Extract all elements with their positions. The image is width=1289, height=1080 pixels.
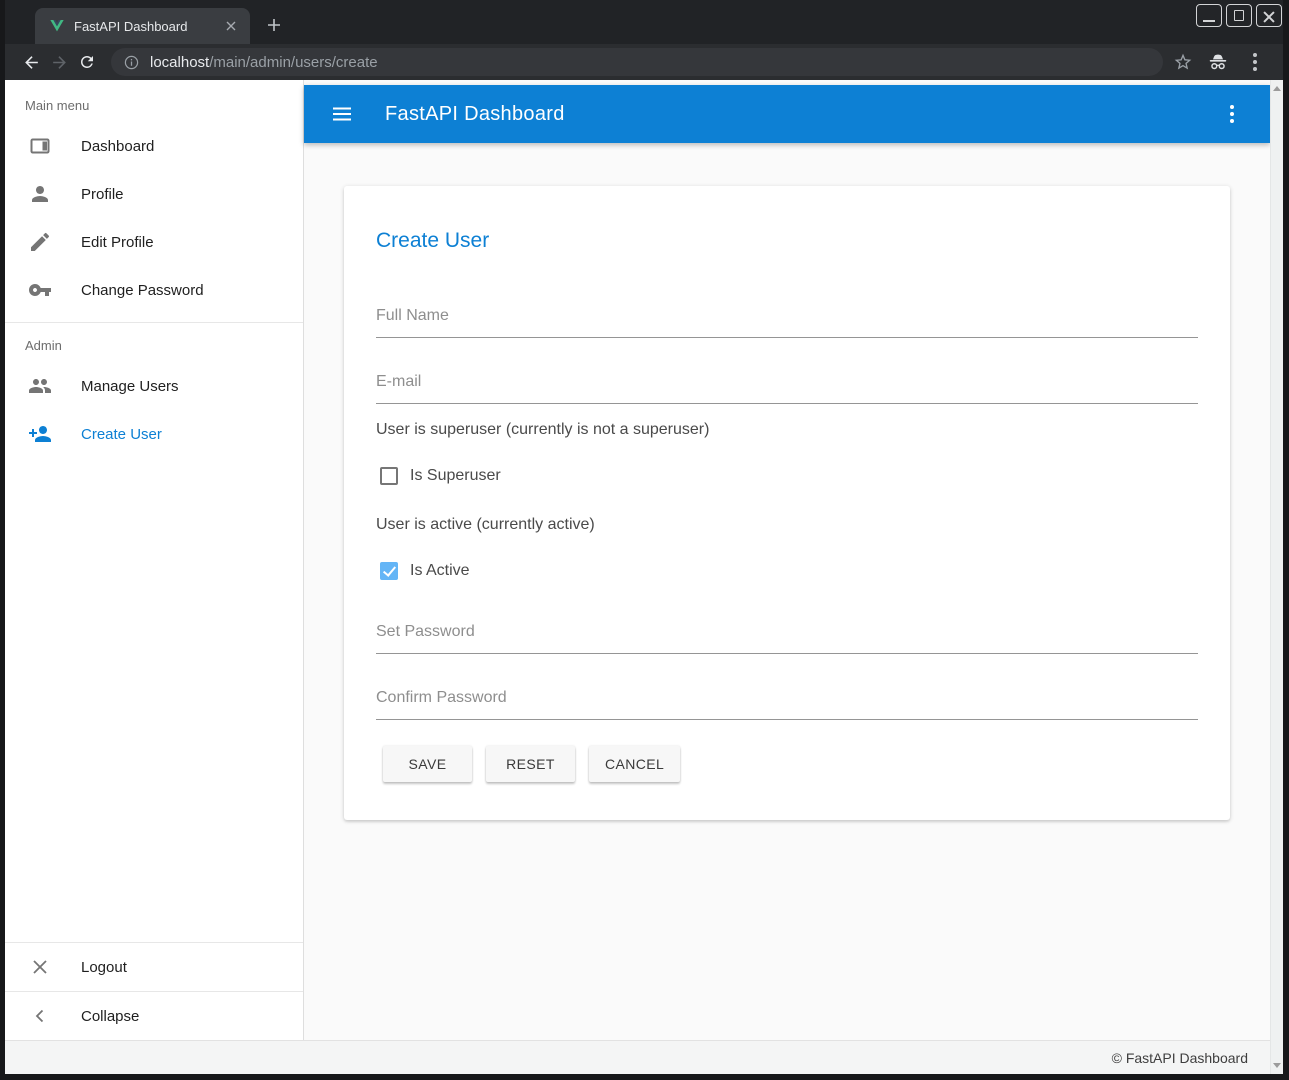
vue-logo-icon (49, 18, 65, 34)
active-checkbox-label: Is Active (410, 562, 470, 580)
superuser-checkbox[interactable] (380, 467, 398, 485)
sidebar-item-manage-users[interactable]: Manage Users (5, 362, 303, 410)
hamburger-icon[interactable] (330, 102, 354, 126)
forward-icon[interactable] (45, 48, 73, 76)
set-password-field-wrap (376, 623, 1198, 654)
full-name-input[interactable] (376, 307, 1198, 338)
superuser-checkbox-row[interactable]: Is Superuser (380, 467, 1198, 485)
kebab-menu-icon[interactable] (1220, 102, 1244, 126)
superuser-hint: User is superuser (currently is not a su… (376, 420, 1198, 439)
page-title: Create User (376, 228, 1198, 253)
reload-icon[interactable] (73, 48, 101, 76)
reset-button[interactable]: RESET (486, 746, 575, 782)
cancel-button[interactable]: CANCEL (589, 746, 680, 782)
info-icon[interactable] (123, 54, 140, 71)
star-icon[interactable] (1173, 52, 1193, 72)
active-hint: User is active (currently active) (376, 515, 1198, 534)
person-add-icon (28, 422, 52, 446)
url-host: localhost (150, 54, 209, 71)
tab-title: FastAPI Dashboard (74, 19, 222, 34)
sidebar-item-label: Profile (81, 186, 124, 203)
window-controls (1196, 4, 1282, 27)
superuser-checkbox-label: Is Superuser (410, 467, 501, 485)
sidebar-section-admin: Admin (25, 338, 303, 353)
people-icon (28, 374, 52, 398)
confirm-password-field-wrap (376, 689, 1198, 720)
page-content: Create User User is superuser (currently… (304, 143, 1270, 1040)
sidebar-item-label: Change Password (81, 282, 204, 299)
scroll-down-icon[interactable] (1273, 1063, 1281, 1068)
sidebar-item-label: Manage Users (81, 378, 179, 395)
confirm-password-input[interactable] (376, 689, 1198, 720)
minimize-icon[interactable] (1196, 4, 1222, 27)
sidebar-bottom: Logout Collapse (5, 942, 303, 1040)
key-icon (28, 278, 52, 302)
browser-tab[interactable]: FastAPI Dashboard (35, 8, 250, 44)
sidebar-item-label: Edit Profile (81, 234, 154, 251)
page-viewport: Main menu Dashboard Profile (5, 80, 1283, 1074)
browser-menu-icon[interactable] (1243, 50, 1267, 74)
titlebar: FastAPI Dashboard (5, 0, 1283, 44)
maximize-icon[interactable] (1226, 4, 1252, 27)
email-input[interactable] (376, 373, 1198, 404)
person-icon (28, 182, 52, 206)
copyright-text: © FastAPI Dashboard (1112, 1050, 1248, 1066)
sidebar: Main menu Dashboard Profile (5, 80, 304, 1040)
sidebar-item-logout[interactable]: Logout (5, 943, 303, 991)
email-field-wrap (376, 373, 1198, 404)
sidebar-divider (5, 322, 303, 323)
address-toolbar: localhost/main/admin/users/create (5, 44, 1283, 80)
app-title: FastAPI Dashboard (385, 103, 1220, 126)
sidebar-item-label: Create User (81, 426, 162, 443)
sidebar-item-edit-profile[interactable]: Edit Profile (5, 218, 303, 266)
active-checkbox-row[interactable]: Is Active (380, 562, 1198, 580)
pencil-icon (28, 230, 52, 254)
url-path: /main/admin/users/create (209, 54, 377, 71)
sidebar-item-dashboard[interactable]: Dashboard (5, 122, 303, 170)
page-footer: © FastAPI Dashboard (5, 1040, 1283, 1074)
active-checkbox[interactable] (380, 562, 398, 580)
scroll-up-icon[interactable] (1273, 86, 1281, 91)
toolbar-right (1173, 50, 1273, 74)
create-user-card: Create User User is superuser (currently… (344, 186, 1230, 820)
url-bar[interactable]: localhost/main/admin/users/create (111, 48, 1163, 76)
back-icon[interactable] (17, 48, 45, 76)
sidebar-item-label: Collapse (81, 1008, 139, 1025)
sidebar-item-label: Logout (81, 959, 127, 976)
sidebar-item-profile[interactable]: Profile (5, 170, 303, 218)
new-tab-icon[interactable] (260, 11, 288, 39)
sidebar-section-main-menu: Main menu (25, 98, 303, 113)
set-password-input[interactable] (376, 623, 1198, 654)
close-icon[interactable] (1256, 4, 1282, 27)
save-button[interactable]: SAVE (383, 746, 472, 782)
sidebar-item-label: Dashboard (81, 138, 154, 155)
browser-window: FastAPI Dashboard (0, 0, 1289, 1080)
incognito-icon (1207, 51, 1229, 73)
tab-close-icon[interactable] (222, 17, 240, 35)
logout-x-icon (28, 955, 52, 979)
url-text[interactable]: localhost/main/admin/users/create (150, 54, 378, 71)
page-scrollbar[interactable] (1270, 80, 1283, 1074)
form-buttons: SAVE RESET CANCEL (383, 746, 1198, 782)
full-name-field-wrap (376, 307, 1198, 338)
sidebar-item-create-user[interactable]: Create User (5, 410, 303, 458)
main-area: FastAPI Dashboard Create User User is su… (304, 80, 1270, 1040)
sidebar-item-change-password[interactable]: Change Password (5, 266, 303, 314)
dashboard-icon (28, 134, 52, 158)
sidebar-item-collapse[interactable]: Collapse (5, 992, 303, 1040)
chevron-left-icon (28, 1004, 52, 1028)
app-bar: FastAPI Dashboard (304, 85, 1270, 143)
